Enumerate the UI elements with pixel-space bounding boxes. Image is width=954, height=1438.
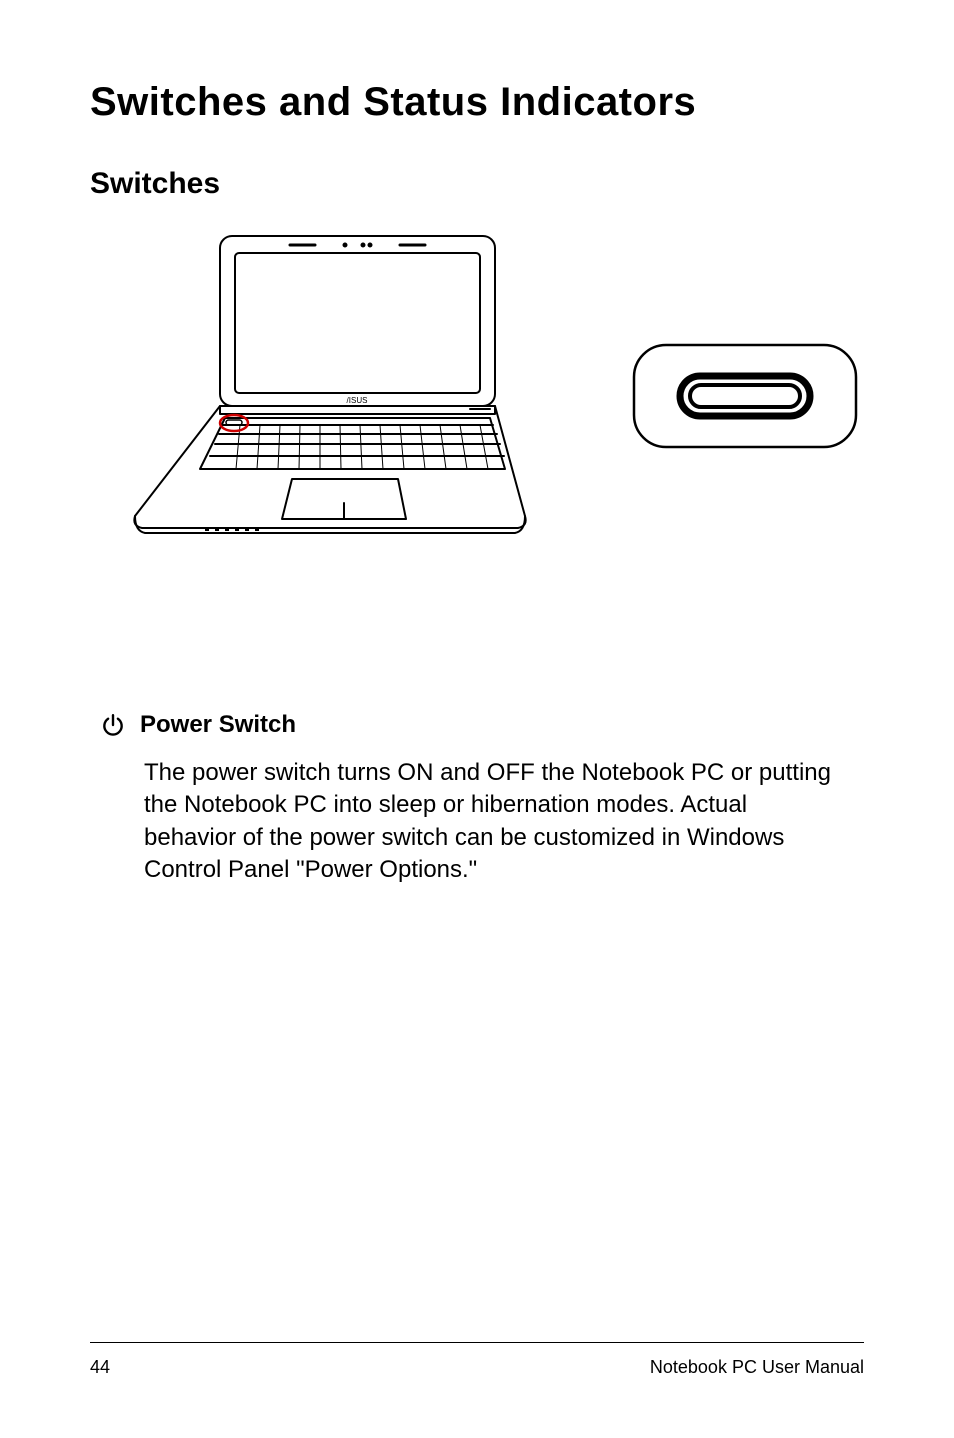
- section-subtitle: Switches: [90, 167, 864, 201]
- figure-row: /ISUS: [130, 231, 864, 561]
- section-heading-row: Power Switch: [100, 711, 864, 739]
- svg-text:/ISUS: /ISUS: [347, 396, 368, 405]
- laptop-diagram-icon: /ISUS: [130, 231, 530, 561]
- document-page: Switches and Status Indicators Switches …: [0, 0, 954, 1438]
- section-body-text: The power switch turns ON and OFF the No…: [144, 757, 844, 887]
- page-number: 44: [90, 1357, 110, 1378]
- manual-name: Notebook PC User Manual: [650, 1357, 864, 1378]
- page-footer: 44 Notebook PC User Manual: [90, 1342, 864, 1378]
- power-icon: [100, 712, 126, 738]
- switch-closeup-icon: [630, 341, 860, 451]
- section-heading: Power Switch: [140, 711, 296, 739]
- page-title: Switches and Status Indicators: [90, 80, 864, 125]
